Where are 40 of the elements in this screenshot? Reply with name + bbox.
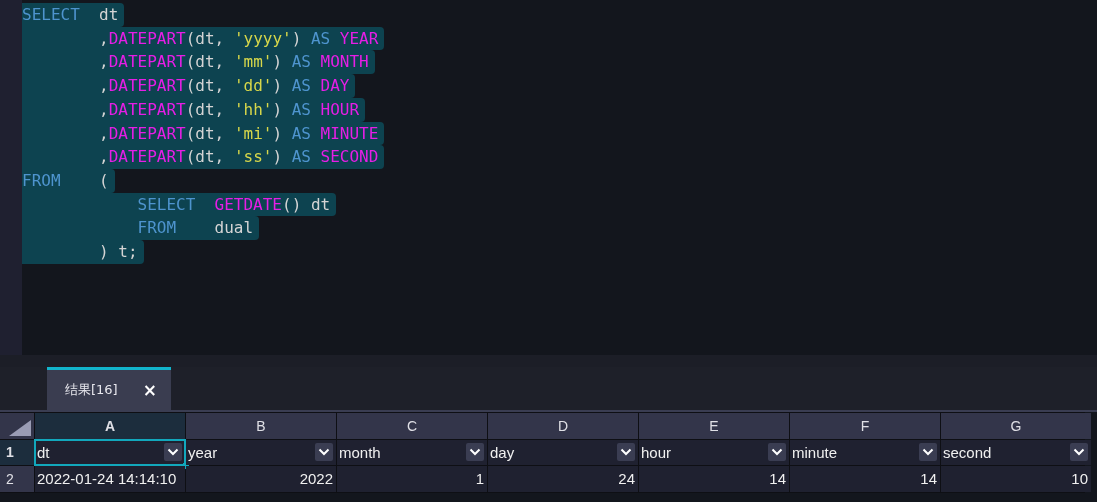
chevron-down-icon xyxy=(771,448,783,457)
column-header[interactable]: F xyxy=(790,413,940,439)
table-cell[interactable]: 14 xyxy=(790,466,940,492)
chevron-down-icon xyxy=(1073,448,1085,457)
close-icon[interactable]: × xyxy=(142,380,157,400)
chevron-down-icon xyxy=(167,448,179,457)
column-header[interactable]: A xyxy=(35,413,185,439)
result-tab[interactable]: 结果[16] × xyxy=(47,367,171,410)
row-header[interactable]: 2 xyxy=(0,466,34,492)
dropdown-button[interactable] xyxy=(617,443,635,462)
dropdown-button[interactable] xyxy=(919,443,937,462)
row-header[interactable]: 1 xyxy=(0,439,34,465)
table-cell[interactable]: 1 xyxy=(337,466,487,492)
column-header[interactable]: B xyxy=(186,413,336,439)
dropdown-button[interactable] xyxy=(466,443,484,462)
dropdown-button[interactable] xyxy=(315,443,333,462)
chevron-down-icon xyxy=(620,448,632,457)
dropdown-button[interactable] xyxy=(164,443,182,462)
column-header[interactable]: C xyxy=(337,413,487,439)
table-cell[interactable]: day xyxy=(488,439,638,465)
table-cell[interactable]: hour xyxy=(639,439,789,465)
column-header[interactable]: G xyxy=(941,413,1091,439)
table-cell[interactable]: 2022 xyxy=(186,466,336,492)
triangle-icon xyxy=(9,419,31,436)
chevron-down-icon xyxy=(318,448,330,457)
chevron-down-icon xyxy=(469,448,481,457)
table-cell[interactable]: minute xyxy=(790,439,940,465)
table-cell[interactable]: year xyxy=(186,439,336,465)
chevron-down-icon xyxy=(922,448,934,457)
dropdown-button[interactable] xyxy=(768,443,786,462)
table-cell[interactable]: 24 xyxy=(488,466,638,492)
dropdown-button[interactable] xyxy=(1070,443,1088,462)
table-cell[interactable]: second xyxy=(941,439,1091,465)
table-cell[interactable]: month xyxy=(337,439,487,465)
select-all-corner[interactable] xyxy=(0,413,34,439)
column-header[interactable]: D xyxy=(488,413,638,439)
table-cell[interactable]: 2022-01-24 14:14:10 xyxy=(35,466,185,492)
column-header[interactable]: E xyxy=(639,413,789,439)
table-cell[interactable]: 10 xyxy=(941,466,1091,492)
table-cell[interactable]: 14 xyxy=(639,466,789,492)
